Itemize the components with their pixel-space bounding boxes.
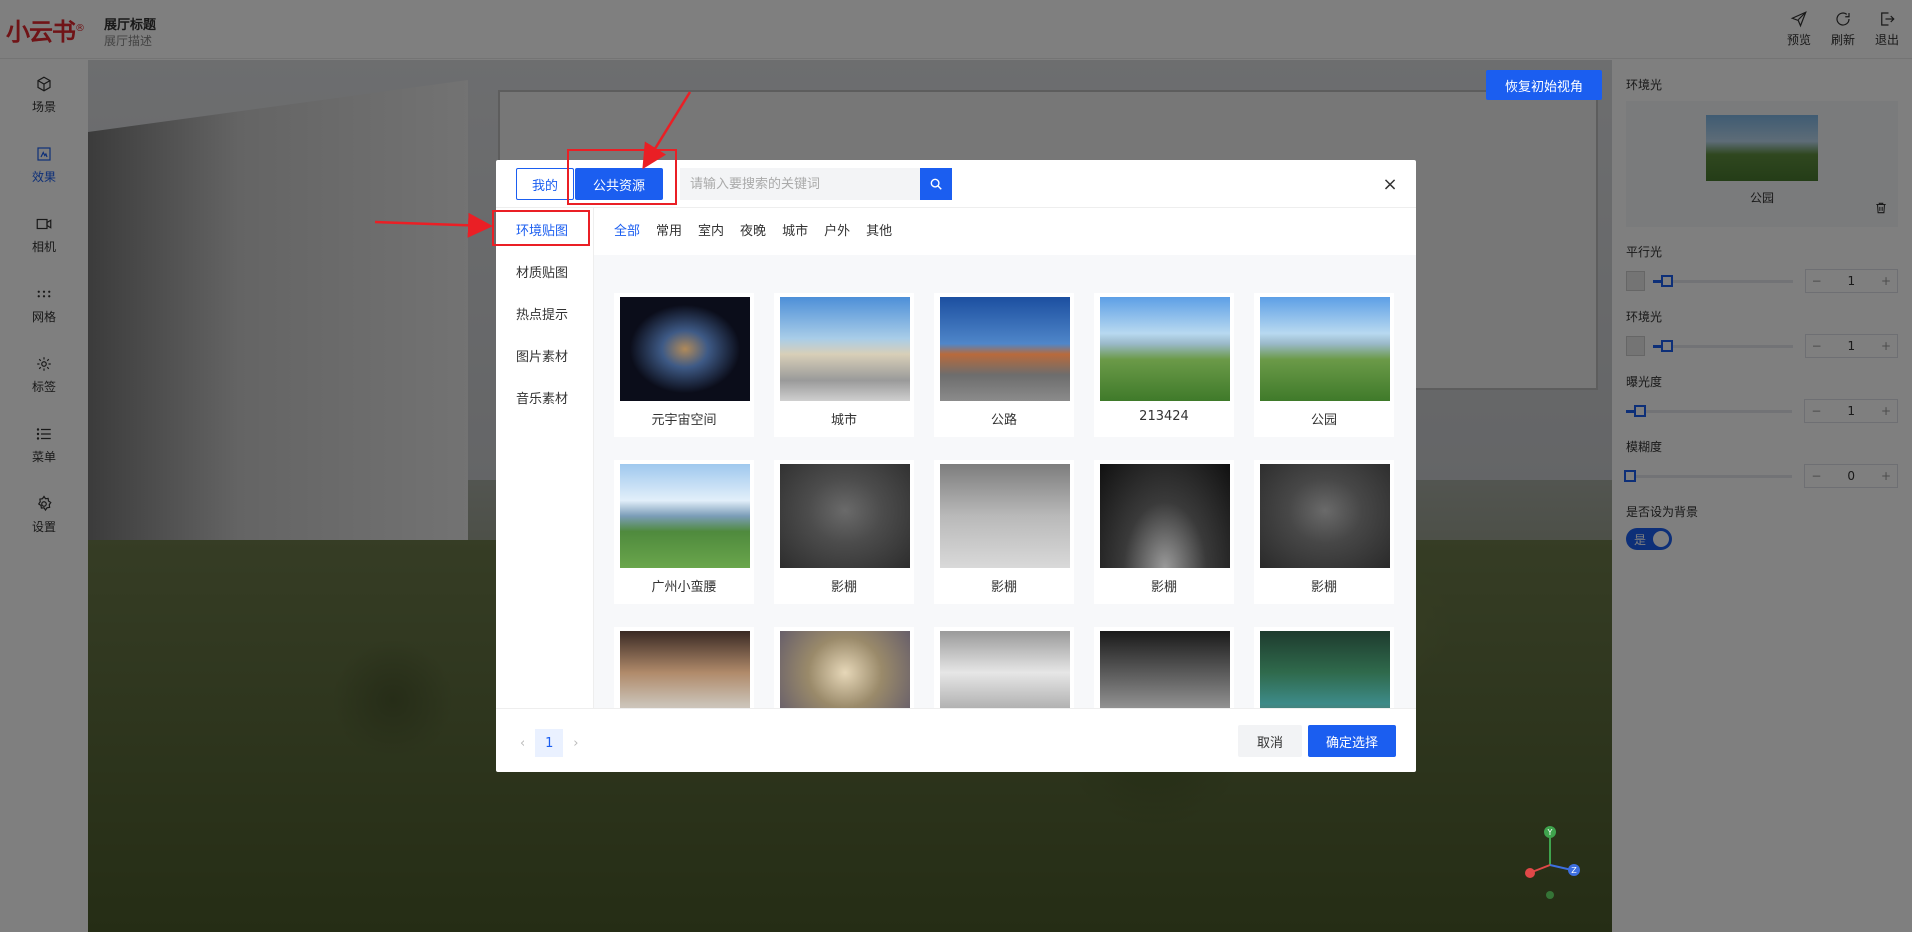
resource-card[interactable]: 影棚 (1254, 460, 1394, 604)
cancel-button[interactable]: 取消 (1238, 725, 1302, 757)
restore-view-button[interactable]: 恢复初始视角 (1486, 70, 1602, 100)
resource-card[interactable] (1094, 627, 1234, 708)
filter-bar: 全部 常用 室内 夜晚 城市 户外 其他 (614, 220, 892, 239)
annotation-box-env-map (492, 210, 590, 246)
pagination: ‹ 1 › (520, 729, 578, 757)
card-name: 城市 (830, 413, 857, 428)
side-item-material-map[interactable]: 材质贴图 (496, 250, 593, 292)
filter-indoor[interactable]: 室内 (698, 220, 724, 239)
modal-footer: ‹ 1 › 取消 确定选择 (496, 708, 1416, 772)
card-name: 公园 (1310, 413, 1337, 428)
resource-grid: 元宇宙空间 城市 公路 213424 公园 广州小蛮腰 影棚 影棚 影棚 影棚 (594, 255, 1416, 708)
card-name: 广州小蛮腰 (651, 580, 717, 595)
card-name: 影棚 (1310, 580, 1337, 595)
modal-category-sidebar: 环境贴图 材质贴图 热点提示 图片素材 音乐素材 (496, 208, 594, 708)
card-thumbnail (1260, 297, 1390, 401)
card-thumbnail (1100, 297, 1230, 401)
pager-next[interactable]: › (573, 736, 578, 751)
card-thumbnail (940, 464, 1070, 568)
side-item-hotspot[interactable]: 热点提示 (496, 292, 593, 334)
filter-night[interactable]: 夜晚 (740, 220, 766, 239)
card-thumbnail (940, 631, 1070, 708)
card-thumbnail (940, 297, 1070, 401)
filter-all[interactable]: 全部 (614, 220, 640, 239)
pager-prev[interactable]: ‹ (520, 736, 525, 751)
side-item-image[interactable]: 图片素材 (496, 334, 593, 376)
resource-card[interactable]: 城市 (774, 293, 914, 437)
resource-card[interactable]: 公路 (934, 293, 1074, 437)
card-thumbnail (620, 297, 750, 401)
resource-card[interactable] (1254, 627, 1394, 708)
pager-current-page[interactable]: 1 (535, 729, 564, 757)
card-thumbnail (1260, 631, 1390, 708)
resource-card[interactable]: 影棚 (1094, 460, 1234, 604)
card-thumbnail (780, 297, 910, 401)
resource-card[interactable]: 元宇宙空间 (614, 293, 754, 437)
search-icon (930, 178, 942, 190)
card-name: 影棚 (830, 580, 857, 595)
card-name: 元宇宙空间 (651, 413, 717, 428)
card-thumbnail (1100, 631, 1230, 708)
axis-y-label: Y (1547, 828, 1553, 837)
resource-card[interactable]: 广州小蛮腰 (614, 460, 754, 604)
close-icon[interactable]: × (1380, 174, 1400, 195)
resource-card[interactable]: 213424 (1094, 293, 1234, 437)
tab-mine[interactable]: 我的 (516, 168, 574, 200)
search-button[interactable] (920, 168, 952, 200)
filter-city[interactable]: 城市 (782, 220, 808, 239)
annotation-box-public (567, 149, 677, 205)
card-name: 213424 (1139, 409, 1189, 424)
resource-card[interactable] (774, 627, 914, 708)
axis-z-label: Z (1571, 866, 1577, 875)
axis-gizmo-icon[interactable]: Y Z (1520, 820, 1580, 900)
resource-card[interactable] (934, 627, 1074, 708)
card-thumbnail (1100, 464, 1230, 568)
filter-common[interactable]: 常用 (656, 220, 682, 239)
card-name: 影棚 (990, 580, 1017, 595)
search-input[interactable] (680, 168, 920, 200)
resource-card[interactable]: 公园 (1254, 293, 1394, 437)
card-name: 公路 (990, 413, 1017, 428)
card-thumbnail (780, 464, 910, 568)
confirm-select-button[interactable]: 确定选择 (1308, 725, 1396, 757)
resource-card[interactable]: 影棚 (774, 460, 914, 604)
card-thumbnail (1260, 464, 1390, 568)
resource-card[interactable]: 影棚 (934, 460, 1074, 604)
filter-other[interactable]: 其他 (866, 220, 892, 239)
card-thumbnail (620, 464, 750, 568)
resource-picker-modal: 我的 公共资源 × 环境贴图 材质贴图 热点提示 图片素材 音乐素材 全部 常用… (496, 160, 1416, 772)
resource-card[interactable] (614, 627, 754, 708)
card-thumbnail (780, 631, 910, 708)
card-thumbnail (620, 631, 750, 708)
search-field (680, 168, 920, 200)
filter-outdoor[interactable]: 户外 (824, 220, 850, 239)
side-item-music[interactable]: 音乐素材 (496, 376, 593, 418)
card-name: 影棚 (1150, 580, 1177, 595)
